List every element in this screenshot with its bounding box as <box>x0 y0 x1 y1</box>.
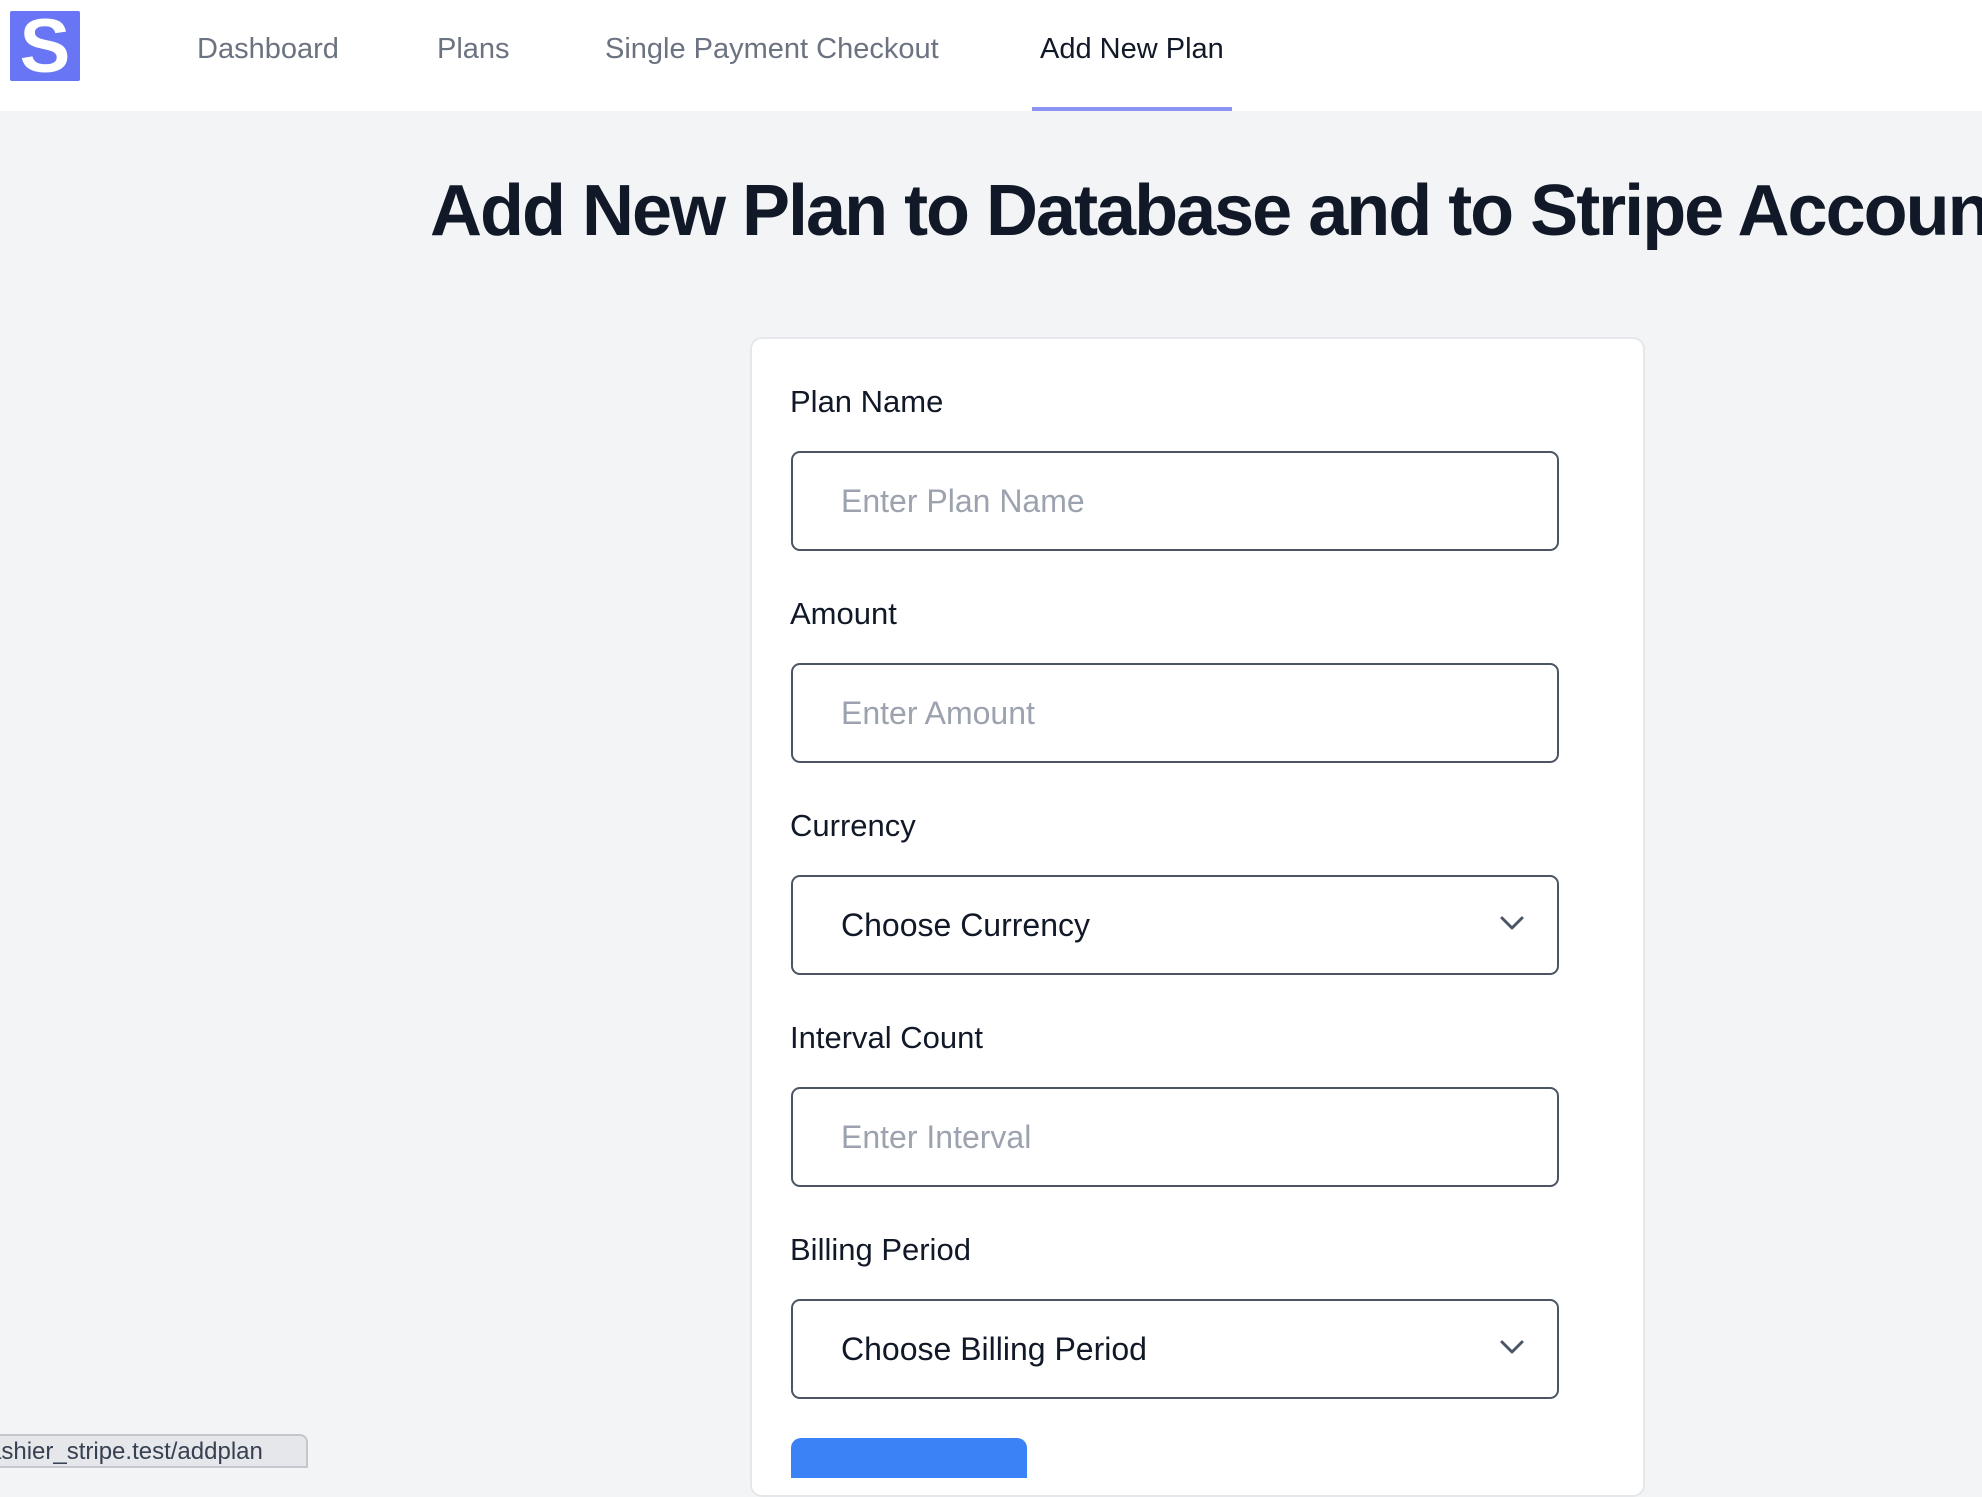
nav-plans[interactable]: Plans <box>437 0 510 111</box>
svg-text:S: S <box>20 14 71 78</box>
currency-label: Currency <box>790 808 916 843</box>
page-title: Add New Plan to Database and to Stripe A… <box>430 171 1982 251</box>
interval-count-input[interactable] <box>791 1087 1559 1187</box>
nav-dashboard[interactable]: Dashboard <box>197 0 339 111</box>
active-tab-indicator <box>1032 107 1232 111</box>
chevron-down-icon <box>1500 916 1524 930</box>
nav-single-payment-checkout[interactable]: Single Payment Checkout <box>605 0 939 111</box>
currency-select[interactable]: Choose Currency <box>791 875 1559 975</box>
app-logo[interactable]: S <box>10 11 80 81</box>
interval-count-label: Interval Count <box>790 1020 983 1055</box>
billing-period-select[interactable]: Choose Billing Period <box>791 1299 1559 1399</box>
plan-name-input[interactable] <box>791 451 1559 551</box>
currency-selected-value: Choose Currency <box>841 907 1090 943</box>
billing-period-selected-value: Choose Billing Period <box>841 1331 1147 1367</box>
amount-label: Amount <box>790 596 897 631</box>
amount-input[interactable] <box>791 663 1559 763</box>
submit-button[interactable] <box>791 1438 1027 1478</box>
chevron-down-icon <box>1500 1340 1524 1354</box>
nav-add-new-plan[interactable]: Add New Plan <box>1040 0 1224 111</box>
billing-period-label: Billing Period <box>790 1232 971 1267</box>
top-navigation: S Dashboard Plans Single Payment Checkou… <box>0 0 1982 111</box>
status-bar-url: ashier_stripe.test/addplan <box>0 1434 308 1468</box>
plan-name-label: Plan Name <box>790 384 944 419</box>
logo-s-icon: S <box>20 14 71 78</box>
